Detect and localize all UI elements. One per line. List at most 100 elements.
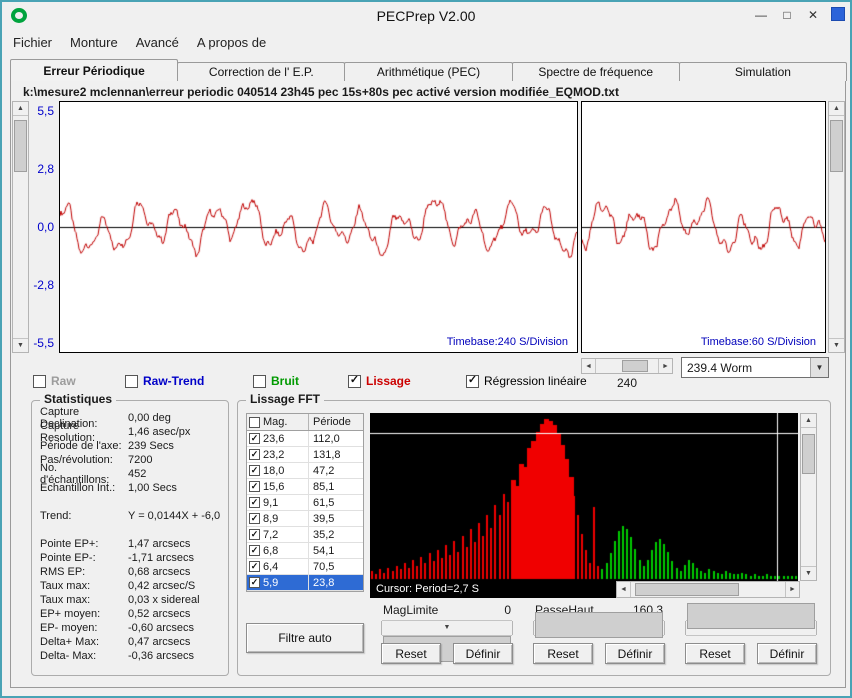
- passebas-scrollbar-thumb[interactable]: [687, 603, 815, 629]
- bruit-checkbox-box[interactable]: [253, 374, 266, 388]
- stat-label: EP- moyen:: [40, 622, 98, 634]
- raw-trend-checkbox-box[interactable]: [125, 374, 138, 388]
- fft-vscrollbar[interactable]: ▲ ▼: [800, 413, 817, 581]
- statistics-groupbox: Statistiques Capture Declination: 0,00 de…: [31, 392, 229, 676]
- harmonic-checkbox[interactable]: [249, 529, 260, 540]
- left-chart-vscrollbar-thumb[interactable]: [14, 120, 27, 172]
- maximize-button[interactable]: □: [776, 6, 798, 24]
- harmonic-checkbox[interactable]: [249, 577, 260, 588]
- erreur-periodique-tab-page: k:\mesure2 mclennan\erreur periodic 0405…: [10, 80, 846, 688]
- stat-label: Taux max:: [40, 594, 91, 606]
- menu-item-fichier[interactable]: Fichier: [4, 31, 61, 54]
- maglimite-definir-button[interactable]: Définir: [453, 643, 513, 664]
- passebas-scrollbar[interactable]: ▲▼: [685, 603, 817, 636]
- fft-hscrollbar-left-button[interactable]: ◄: [617, 582, 631, 597]
- raw-checkbox-box[interactable]: [33, 374, 46, 388]
- fft-table-row[interactable]: 23,2 131,8: [247, 447, 363, 463]
- close-button[interactable]: ✕: [802, 6, 824, 24]
- worm-position-hscrollbar[interactable]: ◄ ►: [581, 358, 673, 374]
- harmonic-checkbox[interactable]: [249, 545, 260, 556]
- periodic-error-chart: [59, 101, 578, 353]
- fft-table-row[interactable]: 9,1 61,5: [247, 495, 363, 511]
- checkbox-raw[interactable]: Raw: [33, 374, 76, 388]
- y-axis-label: 5,5: [37, 104, 54, 119]
- left-chart-vscrollbar[interactable]: ▲ ▼: [12, 101, 29, 353]
- checkbox-r-gression-lin-aire[interactable]: Régression linéaire: [466, 374, 587, 388]
- checkbox-lissage[interactable]: Lissage: [348, 374, 411, 388]
- lissage-checkbox-box[interactable]: [348, 374, 361, 388]
- fft-table-row[interactable]: 5,9 23,8: [247, 575, 363, 591]
- maglimite-scrollbar[interactable]: ▲▼: [381, 620, 513, 662]
- passehaut-scrollbar-thumb[interactable]: [535, 612, 663, 638]
- right-chart-vscrollbar-thumb[interactable]: [830, 120, 843, 172]
- maglimite-scrollbar-down-button[interactable]: ▼: [382, 620, 512, 634]
- worm-position-hscrollbar-right-button[interactable]: ►: [658, 359, 672, 373]
- tab-spectre-de-fr-quence[interactable]: Spectre de fréquence: [511, 62, 680, 81]
- fft-table-row[interactable]: 7,2 35,2: [247, 527, 363, 543]
- fft-table-row[interactable]: 15,6 85,1: [247, 479, 363, 495]
- stat-label: Pointe EP-:: [40, 552, 96, 564]
- fft-mag-value: 5,9: [263, 576, 279, 589]
- pecprep-window: PECPrep V2.00 — □ ✕ Fichier Monture Avancé…: [0, 0, 852, 698]
- passehaut-scrollbar[interactable]: ▲▼: [533, 612, 665, 638]
- tab-correction-de-l-e-p[interactable]: Correction de l' E.P.: [177, 62, 346, 81]
- passebas-definir-button[interactable]: Définir: [757, 643, 817, 664]
- fft-table-row[interactable]: 23,6 112,0: [247, 431, 363, 447]
- fft-vscrollbar-thumb[interactable]: [802, 434, 815, 474]
- harmonic-checkbox[interactable]: [249, 465, 260, 476]
- fft-table-row[interactable]: 6,4 70,5: [247, 559, 363, 575]
- fft-vscrollbar-up-button[interactable]: ▲: [801, 414, 816, 428]
- menu-item-monture[interactable]: Monture: [61, 31, 127, 54]
- stat-label: RMS EP:: [40, 566, 86, 578]
- checkbox-raw-trend[interactable]: Raw-Trend: [125, 374, 204, 388]
- harmonic-checkbox[interactable]: [249, 561, 260, 572]
- passehaut-reset-button[interactable]: Reset: [533, 643, 593, 664]
- right-chart-vscrollbar-up-button[interactable]: ▲: [829, 102, 844, 116]
- titlebar[interactable]: PECPrep V2.00 — □ ✕: [2, 2, 850, 29]
- menu-item-avanc[interactable]: Avancé: [127, 31, 188, 54]
- harmonic-checkbox[interactable]: [249, 433, 260, 444]
- harmonic-checkbox[interactable]: [249, 449, 260, 460]
- right-chart-vscrollbar-down-button[interactable]: ▼: [829, 338, 844, 352]
- fft-mag-cell: 18,0: [247, 463, 309, 478]
- worm-position-hscrollbar-left-button[interactable]: ◄: [582, 359, 596, 373]
- stat-row: Période de l'axe: 239 Secs: [40, 439, 224, 453]
- r-gression-lin-aire-checkbox-box[interactable]: [466, 374, 479, 388]
- harmonic-checkbox[interactable]: [249, 497, 260, 508]
- fft-vscrollbar-down-button[interactable]: ▼: [801, 566, 816, 580]
- fft-hscrollbar-thumb[interactable]: [635, 583, 739, 596]
- stat-row: [40, 523, 224, 537]
- harmonic-checkbox[interactable]: [249, 513, 260, 524]
- passehaut-definir-button[interactable]: Définir: [605, 643, 665, 664]
- fft-mag-value: 6,4: [263, 560, 279, 573]
- fft-hscrollbar[interactable]: ◄ ►: [616, 581, 800, 598]
- fft-title: Lissage FFT: [246, 392, 325, 406]
- fft-table-row[interactable]: 18,0 47,2: [247, 463, 363, 479]
- fft-period-value: 70,5: [313, 560, 335, 573]
- menu-item-a-propos-de[interactable]: A propos de: [188, 31, 275, 54]
- passebas-reset-button[interactable]: Reset: [685, 643, 745, 664]
- stat-row: Taux max: 0,03 x sidereal: [40, 593, 224, 607]
- tab-erreur-p-riodique[interactable]: Erreur Périodique: [10, 59, 179, 81]
- fft-mag-cell: 15,6: [247, 479, 309, 494]
- left-chart-vscrollbar-down-button[interactable]: ▼: [13, 338, 28, 352]
- filtre-auto-button[interactable]: Filtre auto: [246, 623, 364, 653]
- fft-table-row[interactable]: 8,9 39,5: [247, 511, 363, 527]
- y-axis-label: -2,8: [33, 277, 54, 292]
- harmonic-checkbox[interactable]: [249, 481, 260, 492]
- fft-mag-cell: 23,2: [247, 447, 309, 462]
- right-chart-vscrollbar[interactable]: ▲ ▼: [828, 101, 845, 353]
- stat-row: Capture Resolution: 1,46 asec/px: [40, 420, 224, 444]
- checkbox-bruit[interactable]: Bruit: [253, 374, 299, 388]
- fft-hscrollbar-right-button[interactable]: ►: [785, 582, 799, 597]
- maglimite-reset-button[interactable]: Reset: [381, 643, 441, 664]
- left-chart-vscrollbar-up-button[interactable]: ▲: [13, 102, 28, 116]
- window-title: PECPrep V2.00: [376, 8, 476, 24]
- worm-position-hscrollbar-thumb[interactable]: [622, 360, 648, 372]
- fft-spectrum-plot[interactable]: [370, 413, 798, 581]
- fft-table-row[interactable]: 6,8 54,1: [247, 543, 363, 559]
- tab-simulation[interactable]: Simulation: [678, 62, 848, 81]
- tab-arithm-tique-pec[interactable]: Arithmétique (PEC): [344, 62, 513, 81]
- mag-header-checkbox[interactable]: [249, 416, 260, 428]
- minimize-button[interactable]: —: [750, 6, 772, 24]
